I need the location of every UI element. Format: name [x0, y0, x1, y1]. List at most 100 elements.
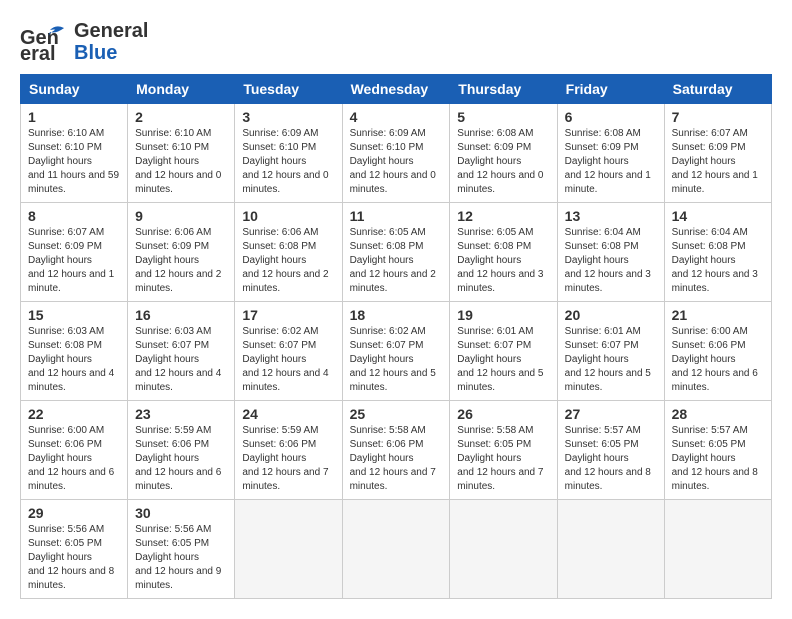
day-info: Sunrise: 6:04 AMSunset: 6:08 PMDaylight …: [565, 226, 657, 296]
day-number: 1: [28, 109, 120, 125]
day-info: Sunrise: 6:03 AMSunset: 6:07 PMDaylight …: [135, 325, 227, 395]
day-number: 7: [672, 109, 764, 125]
day-info: Sunrise: 6:00 AMSunset: 6:06 PMDaylight …: [28, 424, 120, 494]
day-number: 21: [672, 307, 764, 323]
header-friday: Friday: [557, 75, 664, 104]
day-info: Sunrise: 6:04 AMSunset: 6:08 PMDaylight …: [672, 226, 764, 296]
day-number: 14: [672, 208, 764, 224]
calendar-cell: [342, 500, 450, 599]
calendar-cell: [664, 500, 771, 599]
calendar-week-row: 15 Sunrise: 6:03 AMSunset: 6:08 PMDayligh…: [21, 302, 772, 401]
calendar-cell: 22 Sunrise: 6:00 AMSunset: 6:06 PMDayligh…: [21, 401, 128, 500]
day-number: 13: [565, 208, 657, 224]
day-number: 29: [28, 505, 120, 521]
calendar-cell: 3 Sunrise: 6:09 AMSunset: 6:10 PMDaylight…: [235, 104, 342, 203]
header-monday: Monday: [128, 75, 235, 104]
day-info: Sunrise: 6:06 AMSunset: 6:08 PMDaylight …: [242, 226, 334, 296]
day-info: Sunrise: 6:02 AMSunset: 6:07 PMDaylight …: [350, 325, 443, 395]
calendar-cell: 2Sunrise: 6:10 AMSunset: 6:10 PMDaylight…: [128, 104, 235, 203]
logo-blue: Blue: [74, 42, 148, 64]
calendar-cell: 24 Sunrise: 5:59 AMSunset: 6:06 PMDayligh…: [235, 401, 342, 500]
calendar-cell: 26Sunrise: 5:58 AMSunset: 6:05 PMDayligh…: [450, 401, 557, 500]
day-info: Sunrise: 6:08 AMSunset: 6:09 PMDaylight …: [457, 127, 549, 197]
calendar-cell: 25Sunrise: 5:58 AMSunset: 6:06 PMDayligh…: [342, 401, 450, 500]
day-info: Sunrise: 6:07 AMSunset: 6:09 PMDaylight …: [672, 127, 764, 197]
day-number: 19: [457, 307, 549, 323]
day-number: 22: [28, 406, 120, 422]
day-number: 12: [457, 208, 549, 224]
day-info: Sunrise: 6:01 AMSunset: 6:07 PMDaylight …: [457, 325, 549, 395]
calendar-cell: 18 Sunrise: 6:02 AMSunset: 6:07 PMDayligh…: [342, 302, 450, 401]
calendar-table: Sunday Monday Tuesday Wednesday Thursday…: [20, 74, 772, 599]
calendar-cell: 28Sunrise: 5:57 AMSunset: 6:05 PMDayligh…: [664, 401, 771, 500]
calendar-cell: 14 Sunrise: 6:04 AMSunset: 6:08 PMDayligh…: [664, 203, 771, 302]
calendar-cell: 15 Sunrise: 6:03 AMSunset: 6:08 PMDayligh…: [21, 302, 128, 401]
day-number: 4: [350, 109, 443, 125]
calendar-week-row: 1 Sunrise: 6:10 AMSunset: 6:10 PMDaylight…: [21, 104, 772, 203]
calendar-cell: 9 Sunrise: 6:06 AMSunset: 6:09 PMDaylight…: [128, 203, 235, 302]
day-number: 5: [457, 109, 549, 125]
header-thursday: Thursday: [450, 75, 557, 104]
day-number: 6: [565, 109, 657, 125]
day-number: 8: [28, 208, 120, 224]
calendar-cell: 21 Sunrise: 6:00 AMSunset: 6:06 PMDayligh…: [664, 302, 771, 401]
day-number: 27: [565, 406, 657, 422]
day-info: Sunrise: 5:59 AMSunset: 6:06 PMDaylight …: [242, 424, 334, 494]
day-info: Sunrise: 6:05 AMSunset: 6:08 PMDaylight …: [457, 226, 549, 296]
calendar-week-row: 22 Sunrise: 6:00 AMSunset: 6:06 PMDayligh…: [21, 401, 772, 500]
day-info: Sunrise: 6:00 AMSunset: 6:06 PMDaylight …: [672, 325, 764, 395]
calendar-cell: 20Sunrise: 6:01 AMSunset: 6:07 PMDayligh…: [557, 302, 664, 401]
calendar-cell: 19 Sunrise: 6:01 AMSunset: 6:07 PMDayligh…: [450, 302, 557, 401]
day-number: 23: [135, 406, 227, 422]
day-number: 10: [242, 208, 334, 224]
header-tuesday: Tuesday: [235, 75, 342, 104]
day-info: Sunrise: 6:08 AMSunset: 6:09 PMDaylight …: [565, 127, 657, 197]
calendar-cell: 27 Sunrise: 5:57 AMSunset: 6:05 PMDayligh…: [557, 401, 664, 500]
day-number: 18: [350, 307, 443, 323]
calendar-week-row: 8 Sunrise: 6:07 AMSunset: 6:09 PMDaylight…: [21, 203, 772, 302]
day-info: Sunrise: 6:09 AMSunset: 6:10 PMDaylight …: [242, 127, 334, 197]
day-number: 9: [135, 208, 227, 224]
calendar-cell: 6 Sunrise: 6:08 AMSunset: 6:09 PMDaylight…: [557, 104, 664, 203]
svg-text:eral: eral: [20, 43, 56, 62]
day-number: 30: [135, 505, 227, 521]
day-info: Sunrise: 6:03 AMSunset: 6:08 PMDaylight …: [28, 325, 120, 395]
calendar-week-row: 29 Sunrise: 5:56 AMSunset: 6:05 PMDayligh…: [21, 500, 772, 599]
day-number: 16: [135, 307, 227, 323]
calendar-cell: 7 Sunrise: 6:07 AMSunset: 6:09 PMDaylight…: [664, 104, 771, 203]
day-info: Sunrise: 6:09 AMSunset: 6:10 PMDaylight …: [350, 127, 443, 197]
calendar-cell: 23 Sunrise: 5:59 AMSunset: 6:06 PMDayligh…: [128, 401, 235, 500]
day-number: 26: [457, 406, 549, 422]
calendar-cell: 30 Sunrise: 5:56 AMSunset: 6:05 PMDayligh…: [128, 500, 235, 599]
logo: Gen eral General Blue: [20, 20, 148, 64]
day-info: Sunrise: 6:06 AMSunset: 6:09 PMDaylight …: [135, 226, 227, 296]
day-info: Sunrise: 5:56 AMSunset: 6:05 PMDaylight …: [28, 523, 120, 593]
calendar-cell: [450, 500, 557, 599]
day-info: Sunrise: 5:58 AMSunset: 6:06 PMDaylight …: [350, 424, 443, 494]
calendar-cell: 12 Sunrise: 6:05 AMSunset: 6:08 PMDayligh…: [450, 203, 557, 302]
day-number: 15: [28, 307, 120, 323]
page-header: Gen eral General Blue: [20, 20, 772, 64]
calendar-cell: 17Sunrise: 6:02 AMSunset: 6:07 PMDayligh…: [235, 302, 342, 401]
day-info: Sunrise: 5:57 AMSunset: 6:05 PMDaylight …: [565, 424, 657, 494]
day-info: Sunrise: 5:56 AMSunset: 6:05 PMDaylight …: [135, 523, 227, 593]
day-info: Sunrise: 6:05 AMSunset: 6:08 PMDaylight …: [350, 226, 443, 296]
day-number: 24: [242, 406, 334, 422]
day-info: Sunrise: 6:07 AMSunset: 6:09 PMDaylight …: [28, 226, 120, 296]
day-info: Sunrise: 5:57 AMSunset: 6:05 PMDaylight …: [672, 424, 764, 494]
calendar-cell: [557, 500, 664, 599]
day-info: Sunrise: 5:59 AMSunset: 6:06 PMDaylight …: [135, 424, 227, 494]
header-sunday: Sunday: [21, 75, 128, 104]
calendar-cell: 29 Sunrise: 5:56 AMSunset: 6:05 PMDayligh…: [21, 500, 128, 599]
logo-icon: Gen eral: [20, 22, 68, 62]
calendar-cell: 4 Sunrise: 6:09 AMSunset: 6:10 PMDaylight…: [342, 104, 450, 203]
day-info: Sunrise: 6:10 AMSunset: 6:10 PMDaylight …: [28, 127, 120, 197]
day-number: 11: [350, 208, 443, 224]
day-number: 20: [565, 307, 657, 323]
calendar-cell: 13 Sunrise: 6:04 AMSunset: 6:08 PMDayligh…: [557, 203, 664, 302]
weekday-header-row: Sunday Monday Tuesday Wednesday Thursday…: [21, 75, 772, 104]
header-wednesday: Wednesday: [342, 75, 450, 104]
calendar-cell: 8 Sunrise: 6:07 AMSunset: 6:09 PMDaylight…: [21, 203, 128, 302]
calendar-cell: 16 Sunrise: 6:03 AMSunset: 6:07 PMDayligh…: [128, 302, 235, 401]
day-number: 3: [242, 109, 334, 125]
